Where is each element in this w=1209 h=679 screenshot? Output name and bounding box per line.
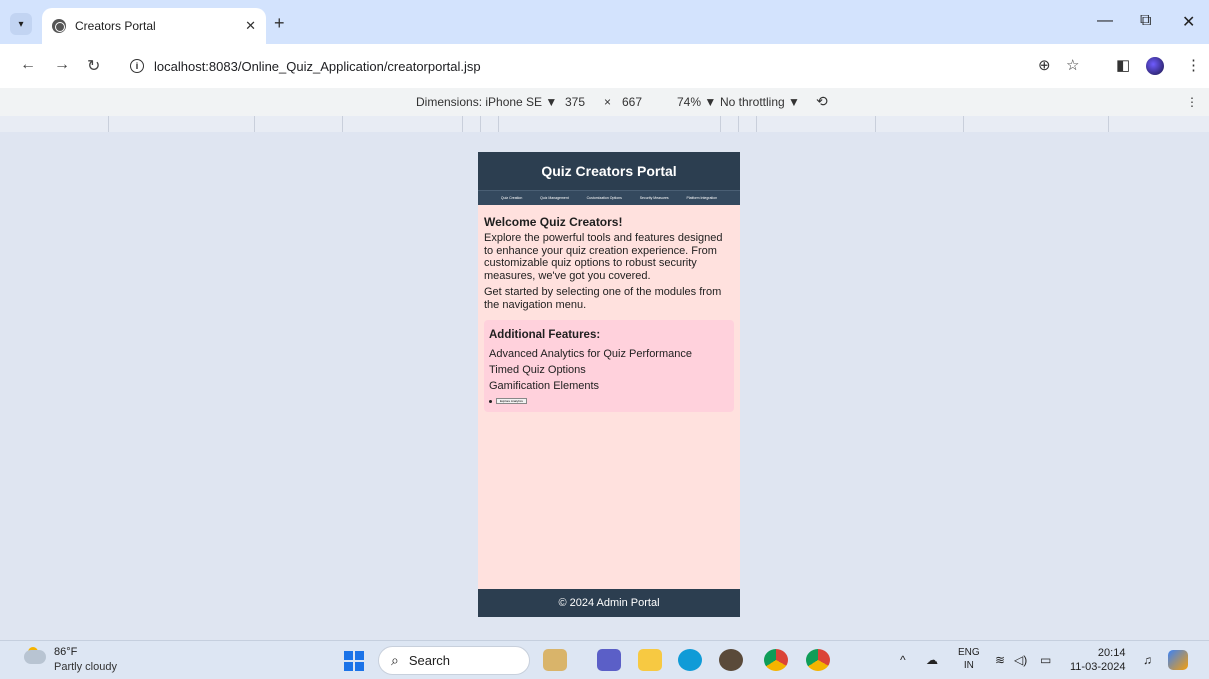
start-windows-icon[interactable] bbox=[344, 651, 364, 671]
close-window-button[interactable]: ✕ bbox=[1182, 12, 1195, 32]
battery-icon[interactable]: ▭ bbox=[1040, 653, 1051, 667]
profile-avatar[interactable] bbox=[1146, 57, 1164, 75]
chrome-icon[interactable] bbox=[764, 649, 788, 671]
explore-row: Explore Analytics bbox=[489, 398, 729, 404]
chrome-profile-icon[interactable] bbox=[806, 649, 830, 671]
teams-icon[interactable] bbox=[597, 649, 621, 671]
weather-temperature[interactable]: 86°F bbox=[54, 646, 77, 658]
device-toolbar-more-icon[interactable]: ⋮ bbox=[1186, 95, 1198, 109]
reload-icon[interactable]: ↻ bbox=[87, 56, 100, 76]
portal-nav: Quiz Creation Quiz Management Customizat… bbox=[478, 190, 740, 205]
file-explorer-icon[interactable] bbox=[638, 649, 662, 671]
page-title: Quiz Creators Portal bbox=[541, 163, 677, 179]
portal-footer: © 2024 Admin Portal bbox=[478, 589, 740, 617]
language-code: ENG bbox=[958, 647, 980, 658]
tab-search-button[interactable]: ▾ bbox=[10, 13, 32, 35]
zoom-icon[interactable]: ⊕ bbox=[1038, 56, 1051, 74]
weather-description[interactable]: Partly cloudy bbox=[54, 661, 117, 673]
address-bar[interactable]: i localhost:8083/Online_Quiz_Application… bbox=[120, 51, 1120, 81]
taskbar: 86°F Partly cloudy ⌕ Search ^ ☁ ENG IN ≋… bbox=[0, 640, 1209, 679]
portal-header: Quiz Creators Portal bbox=[478, 152, 740, 190]
additional-features-panel: Additional Features: Advanced Analytics … bbox=[484, 320, 734, 412]
device-viewport: Quiz Creators Portal Quiz Creation Quiz … bbox=[478, 152, 740, 617]
chevron-up-icon[interactable]: ^ bbox=[900, 653, 906, 667]
device-dimensions-select[interactable]: Dimensions: iPhone SE ▼ bbox=[416, 95, 557, 109]
edge-icon[interactable] bbox=[678, 649, 702, 671]
device-width-input[interactable]: 375 bbox=[565, 95, 585, 109]
search-placeholder: Search bbox=[408, 653, 451, 668]
language-indicator[interactable]: ENG IN bbox=[958, 646, 980, 672]
feature-item: Gamification Elements bbox=[489, 380, 600, 392]
clock-time: 20:14 bbox=[1097, 647, 1126, 659]
restore-button[interactable]: ⧉ bbox=[1140, 12, 1151, 30]
widgets-app-icon[interactable] bbox=[543, 649, 567, 671]
nav-platform-integration[interactable]: Platform Integration bbox=[687, 196, 718, 200]
tab-close-icon[interactable]: ✕ bbox=[245, 18, 256, 34]
globe-icon bbox=[52, 19, 66, 33]
taskbar-search[interactable]: ⌕ Search bbox=[378, 646, 530, 675]
back-arrow-icon[interactable]: ← bbox=[20, 56, 36, 74]
browser-tab[interactable]: Creators Portal ✕ bbox=[42, 8, 266, 44]
side-panel-icon[interactable]: ◧ bbox=[1116, 56, 1130, 74]
forward-arrow-icon[interactable]: → bbox=[54, 56, 70, 74]
wifi-icon[interactable]: ≋ bbox=[995, 653, 1005, 667]
tab-title: Creators Portal bbox=[75, 19, 156, 33]
minimize-button[interactable]: — bbox=[1097, 12, 1113, 30]
get-started-paragraph: Get started by selecting one of the modu… bbox=[484, 286, 722, 311]
feature-item: Timed Quiz Options bbox=[489, 364, 586, 376]
rotate-icon[interactable]: ⟲ bbox=[816, 93, 828, 110]
zoom-select[interactable]: 74% ▼ bbox=[677, 95, 716, 109]
device-toolbar: Dimensions: iPhone SE ▼ 375 × 667 74% ▼ … bbox=[0, 88, 1209, 116]
welcome-heading: Welcome Quiz Creators! bbox=[484, 215, 623, 229]
nav-quiz-creation[interactable]: Quiz Creation bbox=[501, 196, 522, 200]
clock[interactable]: 20:14 11-03-2024 bbox=[1070, 646, 1125, 674]
explore-analytics-button[interactable]: Explore Analytics bbox=[496, 398, 527, 404]
footer-text: © 2024 Admin Portal bbox=[558, 597, 660, 609]
tab-strip: ▾ Creators Portal ✕ + — ⧉ ✕ bbox=[0, 0, 1209, 44]
search-icon: ⌕ bbox=[391, 652, 399, 668]
region-code: IN bbox=[963, 660, 974, 671]
new-tab-button[interactable]: + bbox=[274, 13, 285, 34]
bookmark-star-icon[interactable]: ☆ bbox=[1066, 56, 1079, 74]
site-info-icon[interactable]: i bbox=[130, 59, 144, 73]
nav-customization-options[interactable]: Customization Options bbox=[587, 196, 622, 200]
nav-quiz-management[interactable]: Quiz Management bbox=[540, 196, 569, 200]
throttling-select[interactable]: No throttling ▼ bbox=[720, 95, 800, 109]
media-query-ruler bbox=[0, 116, 1209, 132]
copilot-icon[interactable] bbox=[1168, 650, 1188, 670]
notification-bell-icon[interactable]: ♫ bbox=[1143, 653, 1152, 667]
browser-toolbar: ← → ↻ i localhost:8083/Online_Quiz_Appli… bbox=[0, 44, 1209, 88]
dimension-times: × bbox=[604, 95, 612, 109]
clock-date: 11-03-2024 bbox=[1070, 661, 1126, 673]
feature-item: Advanced Analytics for Quiz Performance bbox=[489, 348, 692, 360]
main-content: Welcome Quiz Creators! Explore the power… bbox=[478, 205, 740, 412]
nav-security-measures[interactable]: Security Measures bbox=[640, 196, 669, 200]
cloud-icon[interactable] bbox=[24, 650, 46, 664]
device-height-input[interactable]: 667 bbox=[622, 95, 642, 109]
volume-icon[interactable]: ◁) bbox=[1014, 653, 1027, 667]
browser-menu-icon[interactable]: ⋮ bbox=[1186, 56, 1201, 74]
features-heading: Additional Features: bbox=[489, 329, 601, 341]
app-icon[interactable] bbox=[719, 649, 743, 671]
intro-paragraph: Explore the powerful tools and features … bbox=[484, 232, 723, 282]
onedrive-cloud-icon[interactable]: ☁ bbox=[926, 653, 938, 667]
url-text: localhost:8083/Online_Quiz_Application/c… bbox=[154, 58, 481, 74]
bullet-icon bbox=[489, 399, 492, 403]
